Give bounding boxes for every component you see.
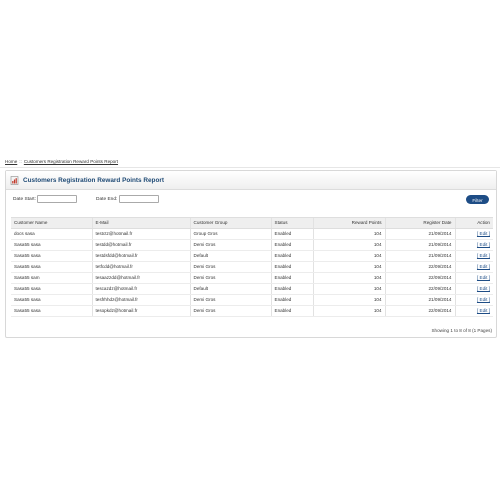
table-row: Sasa55 sasa tetfcdd@hotmail.fr Demi Gros…	[11, 261, 493, 273]
cell-customer-group: Demi Gros	[189, 294, 271, 306]
column-header-customer-name[interactable]: Customer Name	[11, 217, 92, 229]
cell-status: Enabled	[270, 261, 313, 273]
column-header-reward-points[interactable]: Reward Points	[312, 217, 385, 229]
breadcrumb: Home:: Customers Registration Reward Poin…	[5, 159, 118, 164]
cell-reward-points: 104	[312, 228, 385, 240]
breadcrumb-separator: ::	[19, 159, 22, 164]
column-header-email[interactable]: E-Mail	[91, 217, 190, 229]
edit-link[interactable]: [ Edit ]	[477, 297, 490, 302]
column-header-register-date[interactable]: Register Date	[384, 217, 455, 229]
date-start-input[interactable]	[37, 195, 77, 203]
table-row: Sasa55 sasa tesfrhhdz@hotmail.fr Demi Gr…	[11, 294, 493, 306]
cell-customer-name: Sasa55 sasa	[11, 239, 92, 251]
cell-action: [ Edit ]	[454, 250, 493, 262]
edit-link[interactable]: [ Edit ]	[477, 231, 490, 236]
cell-customer-name: Sasa55 sasa	[11, 305, 92, 317]
cell-reward-points: 104	[312, 250, 385, 262]
date-start-label: Date Start:	[13, 197, 36, 202]
cell-customer-name: Sasa55 sasa	[11, 283, 92, 295]
cell-customer-group: Demi Gros	[189, 272, 271, 284]
table-row: Sasa55 sasa tesopkdz@hotmail.fr Demi Gro…	[11, 305, 493, 317]
cell-status: Enabled	[270, 305, 313, 317]
table-header-row: Customer Name E-Mail Customer Group Stat…	[11, 217, 493, 229]
cell-customer-name: Sasa55 sasa	[11, 294, 92, 306]
column-header-status[interactable]: Status	[270, 217, 313, 229]
breadcrumb-current-link[interactable]: Customers Registration Reward Points Rep…	[24, 159, 118, 164]
cell-reward-points: 104	[312, 305, 385, 317]
cell-customer-group: Group Gros	[189, 228, 271, 240]
cell-reward-points: 104	[312, 283, 385, 295]
table-row: Sasa55 sasa testdd@hotmail.fr Demi Gros …	[11, 239, 493, 251]
cell-email: tescazdz@hotmail.fr	[91, 283, 190, 295]
edit-link[interactable]: [ Edit ]	[477, 253, 490, 258]
date-end-input[interactable]	[119, 195, 159, 203]
table-row: Sasa55 sasa tescazdz@hotmail.fr Default …	[11, 283, 493, 295]
cell-register-date: 22/09/2014	[384, 261, 455, 273]
edit-link[interactable]: [ Edit ]	[477, 242, 490, 247]
table-row: docs sasa testctz@hotmail.fr Group Gros …	[11, 228, 493, 240]
cell-customer-name: Sasa55 sasa	[11, 261, 92, 273]
page-title: Customers Registration Reward Points Rep…	[23, 176, 164, 184]
edit-link[interactable]: [ Edit ]	[477, 264, 490, 269]
cell-customer-group: Demi Gros	[189, 261, 271, 273]
panel-header: Customers Registration Reward Points Rep…	[6, 171, 496, 190]
report-table: Customer Name E-Mail Customer Group Stat…	[11, 217, 493, 317]
edit-link[interactable]: [ Edit ]	[477, 286, 490, 291]
cell-customer-name: Sasa55 sam	[11, 272, 92, 284]
cell-reward-points: 104	[312, 239, 385, 251]
edit-link[interactable]: [ Edit ]	[477, 275, 490, 280]
cell-status: Enabled	[270, 294, 313, 306]
cell-status: Enabled	[270, 250, 313, 262]
date-end-label: Date End:	[96, 197, 118, 202]
cell-email: tesfrhhdz@hotmail.fr	[91, 294, 190, 306]
cell-register-date: 22/09/2014	[384, 305, 455, 317]
cell-reward-points: 104	[312, 294, 385, 306]
cell-register-date: 21/09/2014	[384, 294, 455, 306]
filter-row: Date Start: Date End: Filter	[6, 193, 496, 207]
table-row: Sasa55 sam tesaazzdd@hotmail.fr Demi Gro…	[11, 272, 493, 284]
cell-register-date: 22/09/2014	[384, 272, 455, 284]
edit-link[interactable]: [ Edit ]	[477, 308, 490, 313]
cell-action: [ Edit ]	[454, 261, 493, 273]
cell-action: [ Edit ]	[454, 305, 493, 317]
cell-status: Enabled	[270, 228, 313, 240]
cell-status: Enabled	[270, 283, 313, 295]
cell-register-date: 21/09/2014	[384, 250, 455, 262]
cell-reward-points: 104	[312, 272, 385, 284]
cell-email: tesaazzdd@hotmail.fr	[91, 272, 190, 284]
column-header-action: Action	[454, 217, 493, 229]
cell-email: testdsfdd@hotmail.fr	[91, 250, 190, 262]
cell-register-date: 21/09/2014	[384, 228, 455, 240]
cell-email: testctz@hotmail.fr	[91, 228, 190, 240]
cell-customer-group: Default	[189, 250, 271, 262]
cell-email: tetfcdd@hotmail.fr	[91, 261, 190, 273]
cell-action: [ Edit ]	[454, 294, 493, 306]
cell-customer-name: Sasa55 sasa	[11, 250, 92, 262]
cell-status: Enabled	[270, 239, 313, 251]
table-row: Sasa55 sasa testdsfdd@hotmail.fr Default…	[11, 250, 493, 262]
cell-customer-group: Default	[189, 283, 271, 295]
cell-register-date: 22/09/2014	[384, 283, 455, 295]
cell-customer-group: Demi Gros	[189, 305, 271, 317]
cell-customer-group: Demi Gros	[189, 239, 271, 251]
cell-reward-points: 104	[312, 261, 385, 273]
pagination-info: Showing 1 to 8 of 8 (1 Pages)	[431, 328, 492, 333]
cell-customer-name: docs sasa	[11, 228, 92, 240]
cell-email: tesopkdz@hotmail.fr	[91, 305, 190, 317]
cell-action: [ Edit ]	[454, 228, 493, 240]
header-divider	[0, 167, 500, 168]
report-panel: Customers Registration Reward Points Rep…	[5, 170, 497, 338]
report-icon	[10, 175, 19, 185]
cell-action: [ Edit ]	[454, 272, 493, 284]
cell-status: Enabled	[270, 272, 313, 284]
cell-register-date: 21/09/2014	[384, 239, 455, 251]
breadcrumb-home-link[interactable]: Home	[5, 159, 17, 164]
cell-email: testdd@hotmail.fr	[91, 239, 190, 251]
filter-button[interactable]: Filter	[466, 195, 489, 204]
cell-action: [ Edit ]	[454, 283, 493, 295]
column-header-customer-group[interactable]: Customer Group	[189, 217, 271, 229]
cell-action: [ Edit ]	[454, 239, 493, 251]
